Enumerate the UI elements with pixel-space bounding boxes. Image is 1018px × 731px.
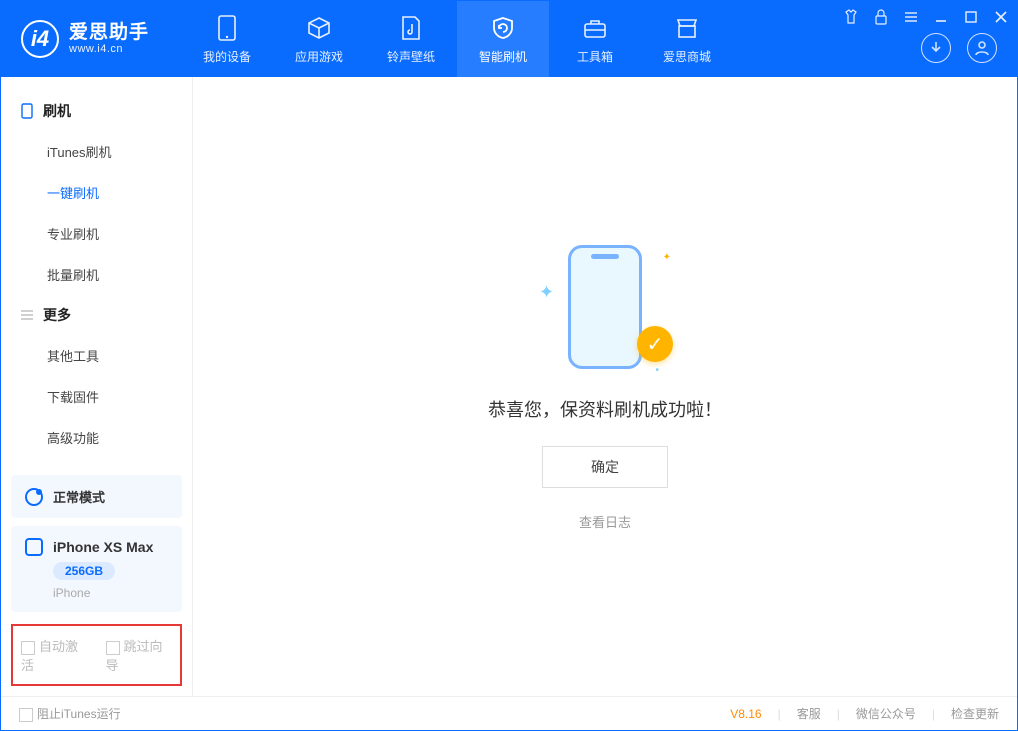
refresh-shield-icon [489,14,517,42]
nav-toolbox[interactable]: 工具箱 [549,1,641,77]
device-storage-badge: 256GB [53,562,115,580]
sidebar: 刷机 iTunes刷机 一键刷机 专业刷机 批量刷机 更多 其他工具 下载固件 … [1,77,193,696]
device-card[interactable]: iPhone XS Max 256GB iPhone [11,526,182,612]
check-update-link[interactable]: 检查更新 [951,705,999,722]
logo-text: 爱思助手 www.i4.cn [69,23,149,56]
user-button[interactable] [967,33,997,63]
sidebar-group-more: 更多 [1,295,192,335]
sidebar-item-other-tools[interactable]: 其他工具 [1,335,192,376]
maximize-button[interactable] [961,7,981,27]
success-message: 恭喜您，保资料刷机成功啦！ [488,396,722,422]
device-name: iPhone XS Max [53,539,153,555]
nav-apps[interactable]: 应用游戏 [273,1,365,77]
sparkle-icon: ✦ [663,252,671,263]
sparkle-icon: ✦ [539,282,554,303]
support-link[interactable]: 客服 [797,705,821,722]
nav-my-device[interactable]: 我的设备 [181,1,273,77]
cube-icon [305,14,333,42]
phone-outline-icon [568,245,642,369]
window-controls [841,7,1011,27]
nav-store[interactable]: 爱思商城 [641,1,733,77]
auto-activate-checkbox[interactable]: 自动激活 [21,636,88,674]
header-right-icons [921,33,997,63]
lock-icon[interactable] [871,7,891,27]
nav-ringtones[interactable]: 铃声壁纸 [365,1,457,77]
store-icon [673,14,701,42]
app-url: www.i4.cn [69,43,149,55]
sidebar-item-pro-flash[interactable]: 专业刷机 [1,213,192,254]
mode-card[interactable]: 正常模式 [11,475,182,518]
wechat-link[interactable]: 微信公众号 [856,705,916,722]
shirt-icon[interactable] [841,7,861,27]
app-window: i4 爱思助手 www.i4.cn 我的设备 应用游戏 铃声壁纸 智能刷机 [0,0,1018,731]
ok-button[interactable]: 确定 [542,446,668,488]
device-type: iPhone [53,586,168,600]
version-label: V8.16 [730,707,761,721]
sparkle-icon: • [655,365,659,376]
sidebar-group-flash: 刷机 [1,91,192,131]
view-log-link[interactable]: 查看日志 [579,512,631,531]
minimize-button[interactable] [931,7,951,27]
music-file-icon [397,14,425,42]
mode-icon [25,488,43,506]
sidebar-item-batch-flash[interactable]: 批量刷机 [1,254,192,295]
toolbox-icon [581,14,609,42]
sidebar-item-download-firmware[interactable]: 下载固件 [1,376,192,417]
device-icon [213,14,241,42]
titlebar: i4 爱思助手 www.i4.cn 我的设备 应用游戏 铃声壁纸 智能刷机 [1,1,1017,77]
close-button[interactable] [991,7,1011,27]
body: 刷机 iTunes刷机 一键刷机 专业刷机 批量刷机 更多 其他工具 下载固件 … [1,77,1017,696]
skip-guide-checkbox[interactable]: 跳过向导 [106,636,173,674]
app-name: 爱思助手 [69,23,149,44]
sidebar-bottom: 正常模式 iPhone XS Max 256GB iPhone 自动激活 跳过向… [1,467,192,696]
logo-mark-icon: i4 [21,20,59,58]
top-nav: 我的设备 应用游戏 铃声壁纸 智能刷机 工具箱 爱思商城 [181,1,733,77]
main-content: ✦ ✦ • ✓ 恭喜您，保资料刷机成功啦！ 确定 查看日志 [193,77,1017,696]
logo: i4 爱思助手 www.i4.cn [1,1,181,77]
menu-icon[interactable] [901,7,921,27]
list-icon [19,307,35,323]
statusbar: 阻止iTunes运行 V8.16 | 客服 | 微信公众号 | 检查更新 [1,696,1017,730]
sidebar-item-oneclick-flash[interactable]: 一键刷机 [1,172,192,213]
phone-icon [19,103,35,119]
highlighted-options: 自动激活 跳过向导 [11,624,182,686]
device-phone-icon [25,538,43,556]
download-button[interactable] [921,33,951,63]
block-itunes-checkbox[interactable]: 阻止iTunes运行 [19,705,121,722]
sidebar-item-advanced[interactable]: 高级功能 [1,417,192,458]
success-illustration: ✦ ✦ • ✓ [545,242,665,372]
sidebar-item-itunes-flash[interactable]: iTunes刷机 [1,131,192,172]
mode-label: 正常模式 [53,487,105,506]
nav-flash[interactable]: 智能刷机 [457,1,549,77]
check-badge-icon: ✓ [637,326,673,362]
